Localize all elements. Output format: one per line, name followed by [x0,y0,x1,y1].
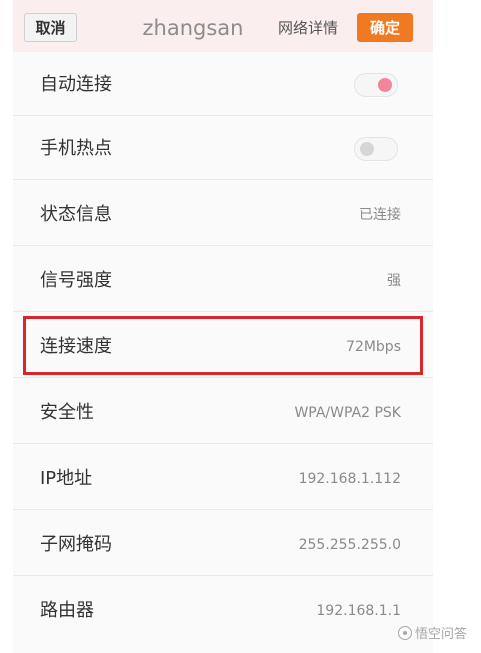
wukong-logo-icon [398,626,412,640]
row-label: 路由器 [40,600,94,621]
row-auto-connect: 自动连接 [13,52,433,116]
router-value: 192.168.1.1 [316,603,401,619]
hotspot-toggle[interactable] [354,137,398,161]
row-label: 自动连接 [40,74,112,95]
row-signal-strength: 信号强度 强 [13,248,433,312]
watermark-text: 悟空问答 [415,627,468,642]
row-security: 安全性 WPA/WPA2 PSK [13,380,433,444]
row-label: 状态信息 [40,204,112,225]
row-ip-address: IP地址 192.168.1.112 [13,446,433,510]
confirm-button[interactable]: 确定 [357,13,413,42]
row-hotspot: 手机热点 [13,116,433,180]
row-label: IP地址 [40,468,93,489]
row-label: 信号强度 [40,270,112,291]
watermark: 悟空问答 [398,626,467,644]
ip-address-value: 192.168.1.112 [298,471,401,487]
row-label: 手机热点 [40,138,112,159]
toggle-knob [360,142,374,156]
network-details-link[interactable]: 网络详情 [278,18,338,38]
auto-connect-toggle[interactable] [354,73,398,97]
row-status: 状态信息 已连接 [13,182,433,246]
row-label: 子网掩码 [40,534,112,555]
signal-strength-value: 强 [387,273,401,289]
toggle-knob [378,78,392,92]
row-link-speed: 连接速度 72Mbps [13,314,433,378]
top-bar: 取消 zhangsan 网络详情 确定 [13,0,433,52]
row-label: 连接速度 [40,336,112,357]
cancel-button[interactable]: 取消 [24,13,77,42]
subnet-mask-value: 255.255.255.0 [298,537,401,553]
status-value: 已连接 [359,207,401,223]
row-label: 安全性 [40,402,94,423]
row-subnet-mask: 子网掩码 255.255.255.0 [13,512,433,576]
row-router: 路由器 192.168.1.1 [13,578,433,642]
wifi-settings-panel: 取消 zhangsan 网络详情 确定 自动连接 手机热点 状态信息 已连接 信… [13,0,433,653]
link-speed-value: 72Mbps [346,339,401,355]
security-value: WPA/WPA2 PSK [294,405,401,421]
network-name-title: zhangsan [142,16,244,40]
